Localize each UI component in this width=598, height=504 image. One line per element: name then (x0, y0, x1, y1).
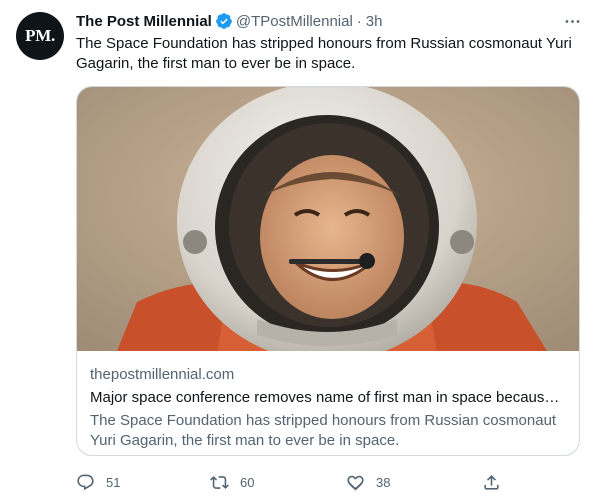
share-button[interactable] (482, 470, 501, 494)
tweet-header: The Post Millennial @TPostMillennial · 3… (76, 11, 584, 31)
retweet-button[interactable]: 60 (210, 470, 254, 494)
card-image[interactable] (77, 87, 579, 351)
author-handle[interactable]: @TPostMillennial (236, 13, 353, 30)
tweet-actions: 51 60 38 (76, 470, 506, 494)
tweet-text: The Space Foundation has stripped honour… (76, 35, 572, 72)
reply-icon (77, 474, 94, 490)
card-body: thepostmillennial.com Major space confer… (90, 365, 567, 451)
card-description: The Space Foundation has stripped honour… (90, 412, 557, 449)
share-icon (484, 474, 499, 490)
author-name[interactable]: The Post Millennial (76, 13, 212, 30)
like-button[interactable]: 38 (346, 470, 390, 494)
more-horizontal-icon[interactable] (560, 9, 584, 33)
avatar[interactable]: PM. (16, 12, 64, 60)
verified-badge-icon (215, 13, 232, 29)
retweet-icon (210, 475, 229, 489)
card-domain: thepostmillennial.com (90, 366, 235, 383)
tweet-time[interactable]: 3h (366, 13, 383, 30)
retweet-count: 60 (240, 474, 255, 490)
separator: · (356, 12, 362, 30)
card-title[interactable]: Major space conference removes name of f… (90, 388, 567, 408)
heart-icon (347, 475, 364, 490)
like-count: 38 (376, 474, 391, 490)
reply-count: 51 (106, 474, 121, 490)
avatar-text: PM. (25, 26, 55, 45)
link-card[interactable]: thepostmillennial.com Major space confer… (76, 86, 580, 456)
reply-button[interactable]: 51 (76, 470, 120, 494)
